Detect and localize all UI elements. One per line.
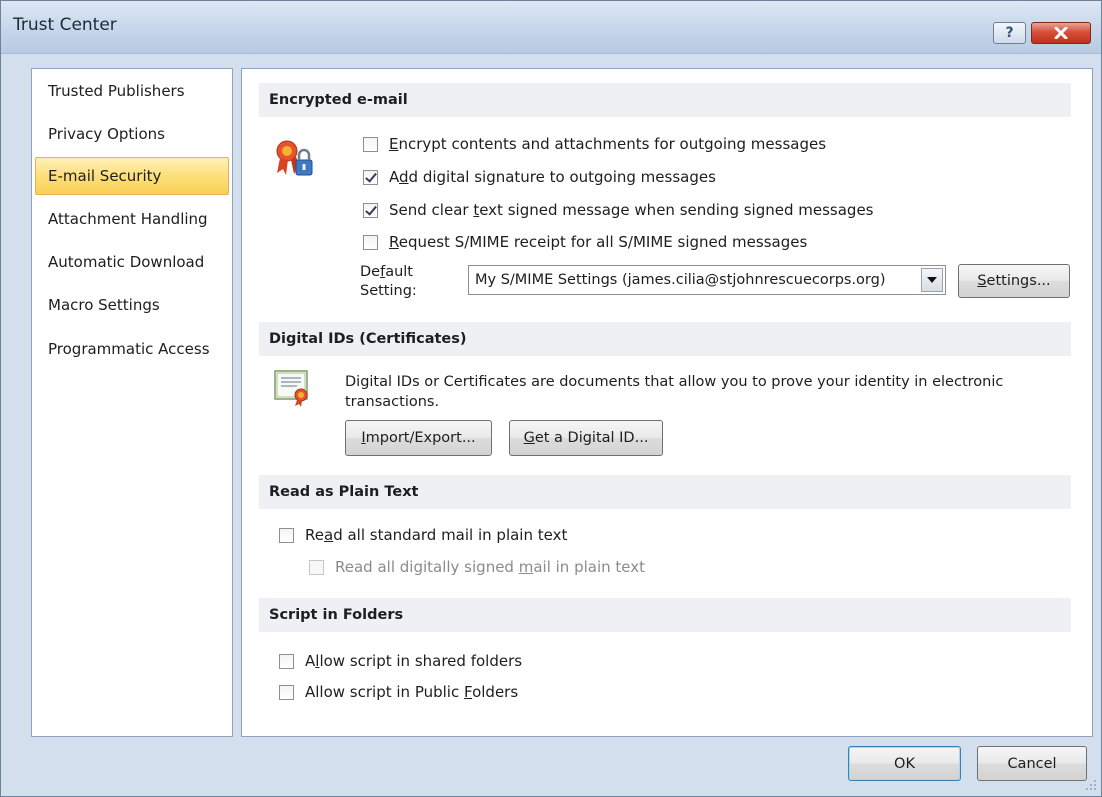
option-read-all-plain-text[interactable]: Read all standard mail in plain text bbox=[279, 526, 567, 544]
option-request-smime-receipt[interactable]: Request S/MIME receipt for all S/MIME si… bbox=[363, 233, 807, 251]
window-title: Trust Center bbox=[13, 15, 117, 35]
add-digital-signature-checkbox[interactable] bbox=[363, 169, 378, 185]
chevron-down-icon bbox=[927, 277, 937, 283]
help-icon: ? bbox=[1005, 25, 1014, 41]
sidebar-item-privacy-options[interactable]: Privacy Options bbox=[35, 115, 229, 153]
certificate-lock-icon bbox=[276, 140, 313, 176]
read-signed-plain-text-checkbox bbox=[309, 559, 324, 575]
sidebar-item-macro-settings[interactable]: Macro Settings bbox=[35, 286, 229, 324]
encrypt-contents-checkbox[interactable] bbox=[363, 136, 378, 152]
default-setting-value: My S/MIME Settings (james.cilia@stjohnre… bbox=[475, 272, 886, 288]
trust-center-dialog: Trust Center ? Trusted Publishers Privac… bbox=[0, 0, 1102, 797]
sidebar-item-email-security[interactable]: E-mail Security bbox=[35, 157, 229, 195]
option-add-digital-signature[interactable]: Add digital signature to outgoing messag… bbox=[363, 168, 716, 186]
default-setting-select[interactable]: My S/MIME Settings (james.cilia@stjohnre… bbox=[468, 265, 946, 295]
help-button[interactable]: ? bbox=[993, 22, 1026, 44]
settings-button[interactable]: Settings... bbox=[958, 264, 1070, 298]
title-bar: Trust Center ? bbox=[1, 1, 1101, 54]
allow-script-public-checkbox[interactable] bbox=[279, 684, 294, 700]
section-header-read-as-plain-text: Read as Plain Text bbox=[259, 475, 1071, 509]
ok-button[interactable]: OK bbox=[848, 746, 961, 781]
sidebar: Trusted Publishers Privacy Options E-mai… bbox=[31, 68, 233, 737]
option-allow-script-shared[interactable]: Allow script in shared folders bbox=[279, 652, 522, 670]
sidebar-item-automatic-download[interactable]: Automatic Download bbox=[35, 243, 229, 281]
sidebar-item-programmatic-access[interactable]: Programmatic Access bbox=[35, 330, 229, 368]
digital-ids-description: Digital IDs or Certificates are document… bbox=[345, 374, 1004, 410]
allow-script-shared-checkbox[interactable] bbox=[279, 653, 294, 669]
import-export-button[interactable]: Import/Export... bbox=[345, 420, 492, 456]
section-header-encrypted-email: Encrypted e-mail bbox=[259, 83, 1071, 117]
section-header-digital-ids: Digital IDs (Certificates) bbox=[259, 322, 1071, 356]
close-icon bbox=[1054, 27, 1068, 39]
cancel-button[interactable]: Cancel bbox=[977, 746, 1087, 781]
option-read-signed-plain-text: Read all digitally signed mail in plain … bbox=[309, 558, 645, 576]
read-all-plain-text-checkbox[interactable] bbox=[279, 527, 294, 543]
sidebar-item-trusted-publishers[interactable]: Trusted Publishers bbox=[35, 72, 229, 110]
option-encrypt-contents[interactable]: Encrypt contents and attachments for out… bbox=[363, 135, 826, 153]
section-header-script-in-folders: Script in Folders bbox=[259, 598, 1071, 632]
resize-grip-icon[interactable] bbox=[1085, 779, 1097, 791]
option-allow-script-public[interactable]: Allow script in Public Folders bbox=[279, 683, 518, 701]
dropdown-arrow[interactable] bbox=[921, 268, 943, 292]
default-setting-label: Default Setting: bbox=[360, 264, 417, 299]
certificate-icon bbox=[274, 370, 308, 407]
option-send-clear-text[interactable]: Send clear text signed message when send… bbox=[363, 201, 874, 219]
sidebar-item-attachment-handling[interactable]: Attachment Handling bbox=[35, 200, 229, 238]
close-button[interactable] bbox=[1031, 22, 1091, 44]
send-clear-text-checkbox[interactable] bbox=[363, 202, 378, 218]
request-smime-receipt-checkbox[interactable] bbox=[363, 234, 378, 250]
get-digital-id-button[interactable]: Get a Digital ID... bbox=[509, 420, 663, 456]
